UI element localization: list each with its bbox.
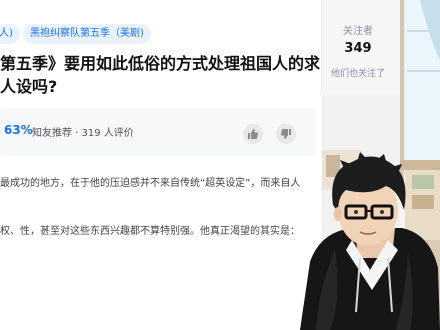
thumbs-up-button[interactable] [243,124,263,144]
thumbs-down-icon [280,129,291,139]
topic-tag[interactable]: 人) [0,24,20,44]
question-title-line1: 第五季》要用如此低俗的方式处理祖国人的求 [0,54,321,73]
follower-count[interactable]: 349 [330,41,386,56]
question-panel: 人) 黑袍纠察队第五季（美剧) 第五季》要用如此低俗的方式处理祖国人的求 人设吗… [0,0,322,330]
recommend-percent: 63% [4,123,33,137]
question-title-line2: 人设吗? [0,77,58,96]
rating-summary-card: 63% 知友推荐 · 319 人评价 [0,108,316,156]
follower-label: 关注者 [343,26,373,37]
topic-tag-boys-s5[interactable]: 黑袍纠察队第五季（美剧) [23,24,151,44]
also-followed-label: 他们也关注了 [330,69,385,79]
answer-text-line1: 最成功的地方，在于他的压迫感并不来自传统“超英设定”，而来自人 [0,178,301,189]
thumbs-up-icon [248,129,259,139]
sidebar-divider [321,0,322,94]
answer-text-line2: 权、性，甚至对这些东西兴趣都不算特别强。他真正渴望的其实是： [0,226,300,237]
question-title[interactable]: 第五季》要用如此低俗的方式处理祖国人的求 人设吗? [0,52,321,98]
follower-stats: 关注者 349 他们也关注了 [330,0,386,79]
thumbs-down-button[interactable] [276,124,296,144]
rating-meta: 知友推荐 · 319 人评价 [32,128,134,139]
